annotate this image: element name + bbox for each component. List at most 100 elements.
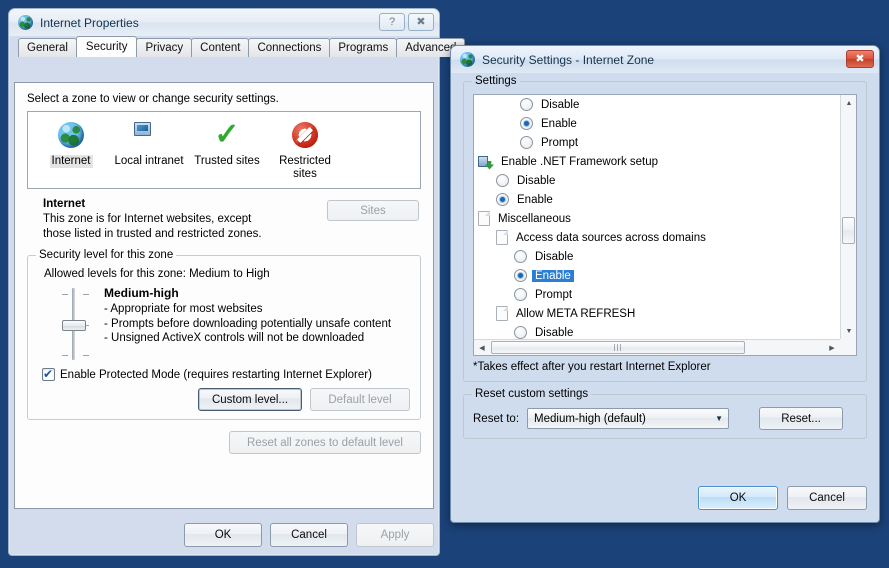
page-icon — [496, 306, 508, 321]
security-level-name: Medium-high — [104, 286, 410, 300]
list-item[interactable]: Enable .NET Framework setup — [474, 152, 840, 171]
reset-custom-settings-group: Reset custom settings Reset to: Medium-h… — [463, 394, 867, 439]
cancel-button[interactable]: Cancel — [787, 486, 867, 510]
zone-label: Trusted sites — [192, 155, 261, 168]
security-settings-body: Settings Disable Enable Prompt — [451, 73, 879, 522]
internet-properties-body: General Security Privacy Content Connect… — [9, 36, 439, 555]
list-item[interactable]: Disable — [474, 171, 840, 190]
page-icon — [478, 211, 490, 226]
titlebar-buttons: ? ✖ — [379, 13, 434, 31]
list-item[interactable]: Access data sources across domains — [474, 228, 840, 247]
reset-to-label: Reset to: — [473, 413, 519, 425]
security-settings-window[interactable]: Security Settings - Internet Zone ✖ Sett… — [450, 45, 880, 523]
tab-security[interactable]: Security — [76, 36, 138, 57]
scroll-up-icon[interactable]: ▲ — [841, 95, 857, 111]
vertical-scrollbar[interactable]: ▲ ▼ — [840, 95, 856, 339]
scroll-down-icon[interactable]: ▼ — [841, 323, 857, 339]
restart-note: *Takes effect after you restart Internet… — [473, 361, 857, 373]
tab-content[interactable]: Content — [191, 38, 249, 57]
chevron-down-icon[interactable]: ▼ — [710, 409, 728, 428]
security-level-bullet: - Appropriate for most websites — [104, 302, 410, 317]
horizontal-scroll-thumb[interactable]: ||| — [491, 341, 745, 354]
reset-button[interactable]: Reset... — [759, 407, 843, 430]
horizontal-scrollbar[interactable]: ◀ ||| ▶ — [474, 339, 840, 355]
zone-restricted-sites[interactable]: Restricted sites — [266, 118, 344, 188]
radio-icon[interactable] — [514, 326, 527, 339]
reset-to-row: Reset to: Medium-high (default) ▼ Reset.… — [473, 407, 857, 430]
tab-general[interactable]: General — [18, 38, 77, 57]
close-button[interactable]: ✖ — [846, 50, 874, 68]
security-settings-titlebar[interactable]: Security Settings - Internet Zone ✖ — [451, 46, 879, 73]
settings-group: Settings Disable Enable Prompt — [463, 81, 867, 382]
radio-icon[interactable] — [520, 136, 533, 149]
slider-tick — [62, 355, 68, 356]
radio-icon[interactable] — [514, 250, 527, 263]
slider-tick — [83, 355, 89, 356]
help-button[interactable]: ? — [379, 13, 405, 31]
security-settings-footer: OK Cancel — [698, 486, 867, 510]
radio-icon[interactable] — [514, 269, 527, 282]
close-button[interactable]: ✖ — [408, 13, 434, 31]
tab-programs[interactable]: Programs — [329, 38, 397, 57]
ok-button[interactable]: OK — [184, 523, 262, 547]
ok-button[interactable]: OK — [698, 486, 778, 510]
tab-strip[interactable]: General Security Privacy Content Connect… — [14, 36, 434, 57]
vertical-scroll-thumb[interactable] — [842, 217, 855, 244]
tab-connections[interactable]: Connections — [248, 38, 330, 57]
reset-all-zones-button[interactable]: Reset all zones to default level — [229, 431, 421, 454]
radio-icon[interactable] — [520, 98, 533, 111]
list-item-label: Prompt — [532, 289, 575, 301]
settings-list[interactable]: Disable Enable Prompt Enable .NET Framew… — [473, 94, 857, 356]
custom-level-button[interactable]: Custom level... — [198, 388, 302, 411]
green-check-icon: ✓ — [214, 118, 239, 152]
sites-button[interactable]: Sites — [327, 200, 419, 221]
list-item-label: Enable — [538, 118, 580, 130]
zone-local-intranet[interactable]: Local intranet — [110, 118, 188, 188]
list-item[interactable]: Miscellaneous — [474, 209, 840, 228]
list-item[interactable]: Disable — [474, 95, 840, 114]
list-item-label: Disable — [514, 175, 558, 187]
radio-icon[interactable] — [514, 288, 527, 301]
cancel-button[interactable]: Cancel — [270, 523, 348, 547]
slider-thumb[interactable] — [62, 320, 86, 331]
scroll-left-icon[interactable]: ◀ — [474, 340, 490, 356]
titlebar-buttons: ✖ — [846, 50, 874, 68]
list-item[interactable]: Enable — [474, 114, 840, 133]
scroll-right-icon[interactable]: ▶ — [824, 340, 840, 356]
reset-all-row: Reset all zones to default level — [27, 431, 421, 454]
internet-properties-footer: OK Cancel Apply — [14, 523, 434, 547]
protected-mode-checkbox[interactable] — [42, 368, 55, 381]
zone-list[interactable]: Internet Local intranet ✓ Trusted sites — [27, 111, 421, 189]
zone-internet[interactable]: Internet — [32, 118, 110, 188]
radio-icon[interactable] — [496, 174, 509, 187]
list-item-selected[interactable]: Enable — [474, 266, 840, 285]
security-level-slider[interactable] — [42, 286, 104, 362]
tab-privacy[interactable]: Privacy — [136, 38, 192, 57]
internet-properties-window[interactable]: Internet Properties ? ✖ General Security… — [8, 8, 440, 556]
globe-icon — [58, 118, 84, 152]
settings-list-viewport: Disable Enable Prompt Enable .NET Framew… — [474, 95, 840, 339]
list-item[interactable]: Disable — [474, 323, 840, 339]
radio-icon[interactable] — [496, 193, 509, 206]
apply-button[interactable]: Apply — [356, 523, 434, 547]
internet-properties-titlebar[interactable]: Internet Properties ? ✖ — [9, 9, 439, 36]
window-title: Internet Properties — [40, 16, 139, 30]
protected-mode-label: Enable Protected Mode (requires restarti… — [60, 369, 372, 381]
list-item[interactable]: Prompt — [474, 133, 840, 152]
zone-trusted-sites[interactable]: ✓ Trusted sites — [188, 118, 266, 188]
list-item[interactable]: Enable — [474, 190, 840, 209]
radio-icon[interactable] — [520, 117, 533, 130]
list-item[interactable]: Disable — [474, 247, 840, 266]
security-tab-page: Select a zone to view or change security… — [14, 82, 434, 509]
internet-options-icon — [18, 15, 34, 31]
red-prohibition-icon — [292, 118, 318, 152]
list-item[interactable]: Prompt — [474, 285, 840, 304]
default-level-button[interactable]: Default level — [310, 388, 410, 411]
list-item[interactable]: Allow META REFRESH — [474, 304, 840, 323]
scrollbar-corner — [840, 339, 856, 355]
protected-mode-row[interactable]: Enable Protected Mode (requires restarti… — [42, 368, 410, 381]
reset-to-dropdown[interactable]: Medium-high (default) ▼ — [527, 408, 729, 429]
internet-options-icon — [460, 52, 476, 68]
slider-tick — [83, 294, 89, 295]
security-level-group: Security level for this zone Allowed lev… — [27, 255, 421, 420]
